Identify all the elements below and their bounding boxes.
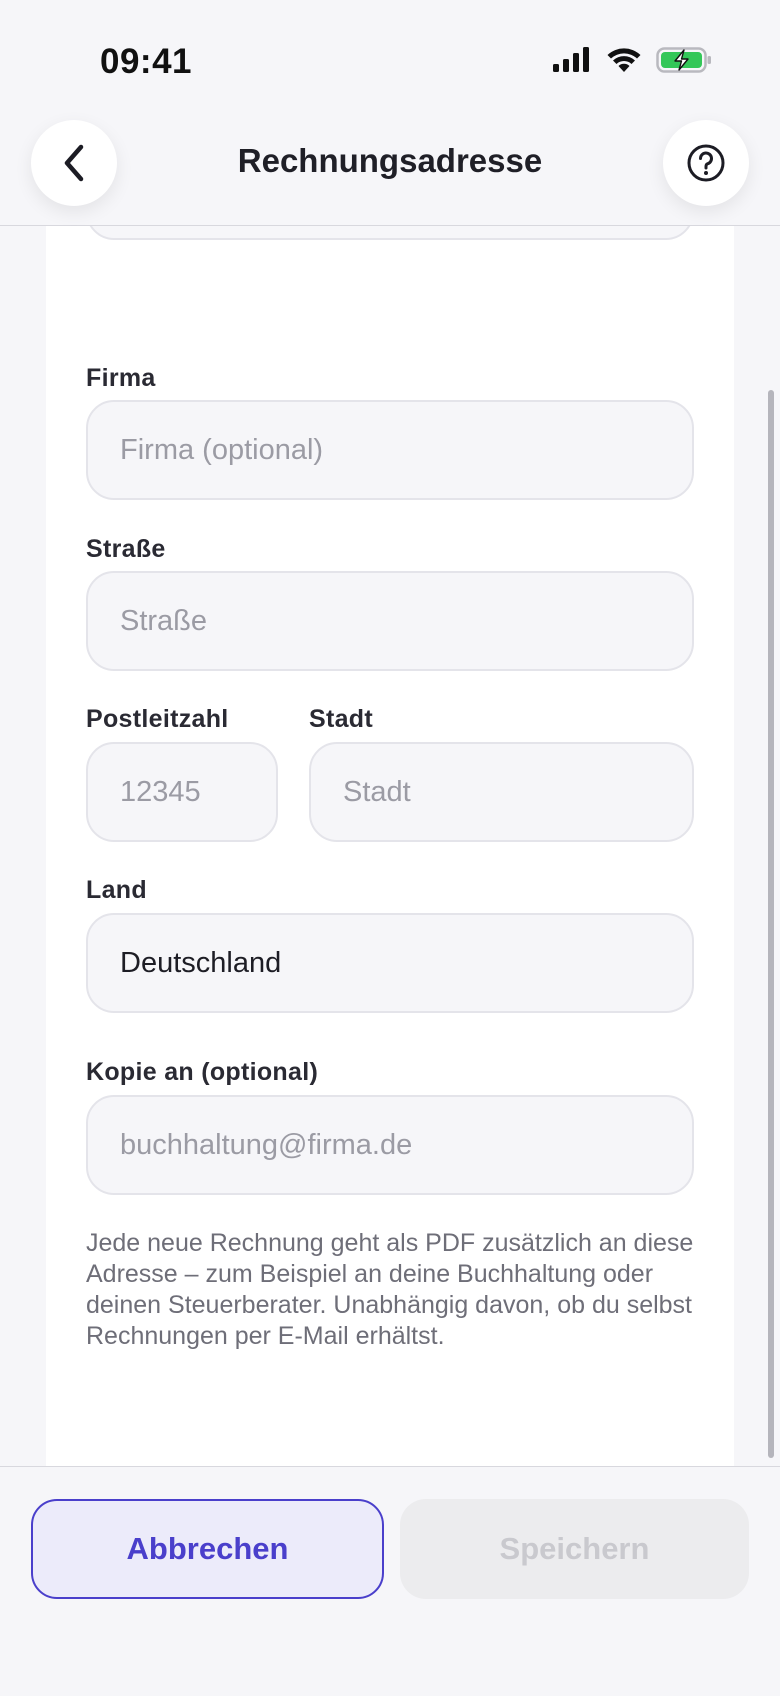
copy-email-input[interactable]: buchhaltung@firma.de (86, 1095, 694, 1195)
action-bar: Abbrechen Speichern (0, 1466, 780, 1696)
copy-email-hint: Jede neue Rechnung geht als PDF zusätzli… (86, 1229, 694, 1350)
status-time: 09:41 (100, 42, 193, 81)
zip-label: Postleitzahl (86, 705, 229, 733)
wifi-icon (607, 48, 641, 72)
city-input[interactable]: Stadt (309, 742, 694, 842)
street-label: Straße (86, 535, 166, 563)
street-input[interactable]: Straße (86, 571, 694, 671)
city-label: Stadt (309, 705, 373, 733)
nav-header: Rechnungsadresse (0, 120, 780, 226)
company-label: Firma (86, 364, 156, 392)
scroll-content[interactable]: Firma Firma (optional) Straße Straße Pos… (0, 226, 780, 1466)
country-label: Land (86, 876, 147, 904)
zip-input[interactable]: 12345 (86, 742, 278, 842)
save-button[interactable]: Speichern (400, 1499, 749, 1599)
copy-card: Kopie an (optional) buchhaltung@firma.de… (46, 1018, 734, 1466)
battery-charging-icon (656, 47, 711, 73)
status-icons (552, 46, 712, 74)
country-select[interactable]: Deutschland (86, 913, 694, 1013)
cancel-button[interactable]: Abbrechen (31, 1499, 384, 1599)
help-button[interactable] (663, 120, 749, 206)
status-bar: 09:41 (0, 0, 780, 120)
company-input[interactable]: Firma (optional) (86, 400, 694, 500)
copy-email-label: Kopie an (optional) (86, 1058, 319, 1086)
question-circle-icon (687, 144, 725, 182)
previous-field[interactable] (86, 226, 694, 240)
scrollbar[interactable] (768, 390, 774, 1458)
signal-icon (553, 47, 589, 72)
